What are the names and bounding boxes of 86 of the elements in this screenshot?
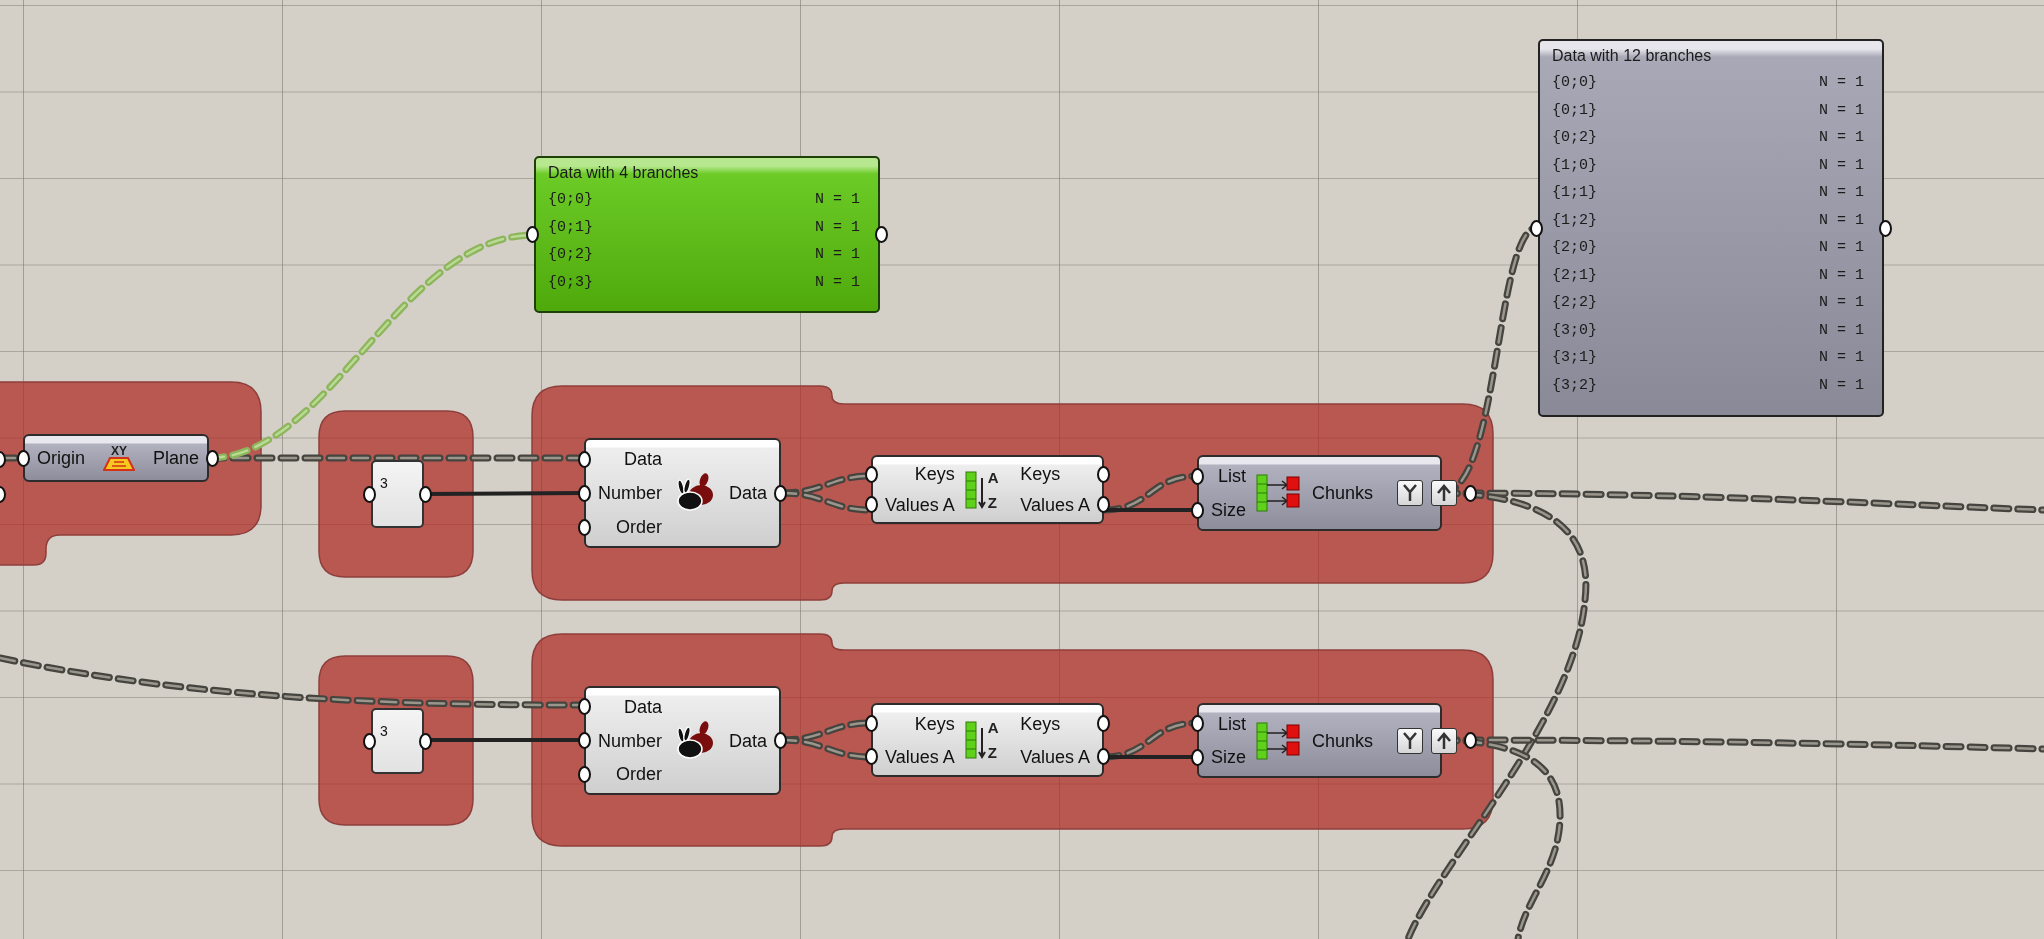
number-value: 3 (380, 723, 388, 739)
input-label: Origin (37, 449, 85, 467)
component-body[interactable] (23, 434, 209, 482)
component-body[interactable] (871, 703, 1104, 777)
item-count: N = 1 (1819, 266, 1864, 284)
output-label: Values A (1020, 747, 1090, 766)
component-body[interactable] (584, 686, 781, 795)
up-arrow-icon (1436, 731, 1453, 750)
input-label: Data (624, 450, 663, 468)
up-arrow-button[interactable] (1431, 727, 1458, 754)
panel-background[interactable] (1538, 39, 1884, 417)
item-count: N = 1 (815, 191, 860, 209)
branch-path: {0;0} (548, 191, 593, 209)
input-label: Size (1211, 501, 1246, 519)
panel-title: Data with 4 branches (548, 164, 700, 182)
item-count: N = 1 (815, 218, 860, 236)
item-count: N = 1 (1819, 239, 1864, 257)
input-label: Order (616, 765, 663, 784)
fork-icon (1402, 484, 1419, 502)
input-label: List (1218, 467, 1246, 485)
icon-letter: Z (987, 494, 998, 510)
item-count: N = 1 (815, 273, 860, 291)
item-count: N = 1 (815, 246, 860, 264)
icon-letter: Z (987, 745, 998, 760)
branch-path: {0;3} (548, 273, 593, 291)
fork-button[interactable] (1397, 480, 1424, 506)
input-label: Data (624, 697, 663, 716)
output-label: Keys (1020, 465, 1061, 484)
output-label: Data (728, 484, 767, 502)
branch-path: {0;2} (1552, 129, 1597, 147)
item-count: N = 1 (1819, 156, 1864, 174)
output-label: Data (728, 731, 767, 750)
split-list-icon (1256, 720, 1302, 761)
icon-letter: A (987, 720, 999, 735)
component-body[interactable] (871, 455, 1104, 524)
number-value: 3 (380, 475, 388, 491)
item-count: N = 1 (1819, 101, 1864, 119)
branch-path: {2;1} (1552, 266, 1597, 284)
panel-title: Data with 12 branches (1552, 47, 1713, 65)
branch-path: {1;2} (1552, 211, 1597, 229)
output-label: Plane (153, 449, 200, 467)
item-count: N = 1 (1819, 74, 1864, 92)
output-label: Values A (1020, 495, 1090, 514)
branch-path: {1;1} (1552, 184, 1597, 202)
branch-path: {0;2} (548, 246, 593, 264)
input-label: Values A (885, 747, 955, 766)
item-count: N = 1 (1819, 129, 1864, 147)
item-count: N = 1 (1819, 184, 1864, 202)
item-count: N = 1 (1819, 349, 1864, 367)
branch-path: {0;0} (1552, 74, 1597, 92)
branch-path: {0;1} (548, 218, 593, 236)
input-label: Number (598, 731, 663, 750)
fork-button[interactable] (1397, 727, 1424, 754)
number-panel[interactable] (371, 460, 424, 528)
item-count: N = 1 (1819, 211, 1864, 229)
fork-icon (1402, 731, 1419, 750)
input-label: Number (598, 484, 663, 502)
branch-path: {2;2} (1552, 294, 1597, 312)
component-body[interactable] (584, 438, 781, 548)
branch-path: {3;1} (1552, 349, 1597, 367)
branch-path: {3;0} (1552, 321, 1597, 339)
sort-icon (964, 469, 987, 510)
split-list-icon (1256, 473, 1302, 513)
input-label: Order (616, 518, 663, 536)
item-count: N = 1 (1819, 376, 1864, 394)
output-label: Chunks (1312, 484, 1374, 502)
input-label: Size (1211, 748, 1246, 767)
up-arrow-button[interactable] (1431, 480, 1458, 506)
input-label: Keys (914, 465, 955, 484)
input-label: Values A (885, 495, 955, 514)
panel-background[interactable] (534, 156, 880, 313)
output-label: Chunks (1312, 731, 1374, 750)
sort-icon (964, 720, 987, 760)
input-label: Keys (914, 714, 955, 733)
icon-label: XY (111, 445, 127, 457)
input-label: List (1218, 714, 1246, 733)
branch-path: {1;0} (1552, 156, 1597, 174)
item-count: N = 1 (1819, 294, 1864, 312)
branch-path: {2;0} (1552, 239, 1597, 257)
number-panel[interactable] (371, 708, 424, 774)
output-label: Keys (1020, 714, 1061, 733)
branch-path: {0;1} (1552, 101, 1597, 119)
branch-path: {3;2} (1552, 376, 1597, 394)
item-count: N = 1 (1819, 321, 1864, 339)
up-arrow-icon (1436, 484, 1453, 502)
icon-letter: A (987, 469, 999, 485)
